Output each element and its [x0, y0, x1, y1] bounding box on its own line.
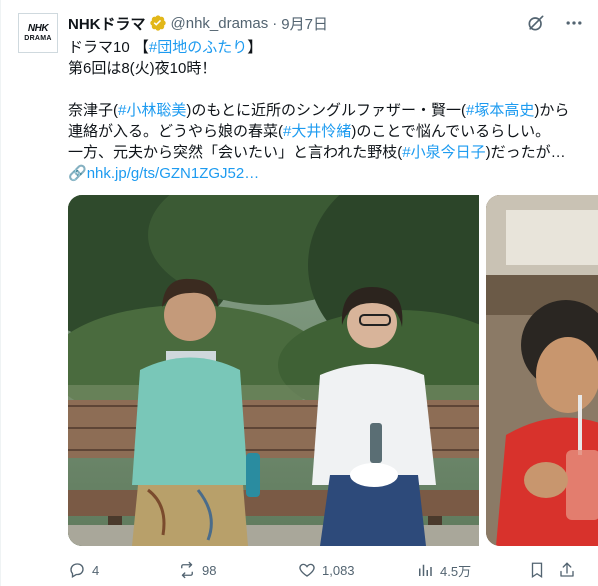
verified-badge-icon — [149, 15, 166, 31]
avatar-logo-text: NHK — [27, 23, 49, 34]
tweet-card[interactable]: NHK DRAMA NHKドラマ @nhk_dramas · 9月7日 ドラマ1… — [0, 0, 598, 586]
top-actions — [526, 13, 584, 33]
link-emoji-icon: 🔗 — [68, 165, 87, 182]
reply-button[interactable]: 4 — [68, 561, 178, 579]
bookmark-icon — [531, 562, 543, 579]
text-segment: 連絡が入る。どうやら娘の春菜( — [68, 123, 283, 140]
text-segment: )のもとに近所のシングルファザー・賢一( — [186, 102, 467, 119]
hashtag-link[interactable]: #小泉今日子 — [402, 144, 485, 161]
text-segment: ドラマ10 【 — [68, 39, 149, 56]
tweet-line-2: 第6回は8(火)夜10時！ — [68, 60, 217, 77]
share-icon — [560, 562, 574, 577]
hashtag-link[interactable]: #団地のふたり — [149, 39, 247, 56]
text-segment: 奈津子( — [68, 102, 118, 119]
media-image-2[interactable] — [486, 195, 598, 546]
media-image-1[interactable] — [68, 195, 479, 546]
text-segment: )のことで悩んでいるらしい。 — [351, 123, 551, 140]
post-date[interactable]: 9月7日 — [281, 13, 328, 34]
views-icon — [419, 564, 432, 576]
avatar-logo-subtext: DRAMA — [24, 35, 52, 42]
bookmark-button[interactable] — [528, 561, 558, 579]
text-segment: )から — [534, 102, 570, 119]
retweet-button[interactable]: 98 — [178, 561, 298, 579]
tweet-line-4: 連絡が入る。どうやら娘の春菜(#大井怜緒)のことで悩んでいるらしい。 — [68, 121, 588, 142]
like-button[interactable]: 1,083 — [298, 561, 416, 579]
hashtag-link[interactable]: #小林聡美 — [118, 102, 186, 119]
grok-icon[interactable] — [526, 13, 546, 33]
more-options-icon[interactable] — [564, 13, 584, 33]
media-carousel — [68, 195, 598, 546]
text-segment: 一方、元夫から突然「会いたい」と言われた野枝( — [68, 144, 403, 161]
reply-count: 4 — [92, 562, 100, 578]
separator-dot: · — [272, 14, 278, 32]
tweet-line-3: 奈津子(#小林聡美)のもとに近所のシングルファザー・賢一(#塚本高史)から — [68, 100, 588, 121]
hashtag-link[interactable]: #塚本高史 — [466, 102, 534, 119]
avatar[interactable]: NHK DRAMA — [18, 13, 58, 53]
hashtag-link[interactable]: #大井怜緒 — [283, 123, 351, 140]
handle[interactable]: @nhk_dramas — [171, 15, 269, 32]
drinking-scene-image — [486, 195, 598, 546]
reply-icon — [70, 563, 84, 578]
tweet-line-5: 一方、元夫から突然「会いたい」と言われた野枝(#小泉今日子)だったが… — [68, 142, 588, 163]
retweet-count: 98 — [202, 562, 217, 578]
tweet-line-6: 🔗nhk.jp/g/ts/GZN1ZGJ52… — [68, 163, 588, 184]
text-segment: )だったが… — [485, 144, 566, 161]
tweet-line-1: ドラマ10 【#団地のふたり】 — [68, 37, 588, 58]
bench-scene-image — [68, 195, 479, 546]
tweet-text: ドラマ10 【#団地のふたり】 第6回は8(火)夜10時！ 奈津子(#小林聡美)… — [68, 37, 588, 184]
views-button[interactable]: 4.5万 — [416, 561, 528, 580]
retweet-icon — [181, 561, 193, 579]
tweet-header: NHKドラマ @nhk_dramas · 9月7日 — [68, 12, 328, 34]
display-name[interactable]: NHKドラマ — [68, 13, 146, 34]
share-button[interactable] — [558, 561, 582, 579]
heart-icon — [299, 563, 315, 577]
like-count: 1,083 — [322, 562, 355, 578]
engagement-bar: 4 98 1,083 4.5万 — [68, 560, 588, 580]
external-link[interactable]: nhk.jp/g/ts/GZN1ZGJ52… — [87, 165, 260, 182]
views-count: 4.5万 — [440, 563, 472, 579]
text-segment: 】 — [247, 39, 263, 56]
